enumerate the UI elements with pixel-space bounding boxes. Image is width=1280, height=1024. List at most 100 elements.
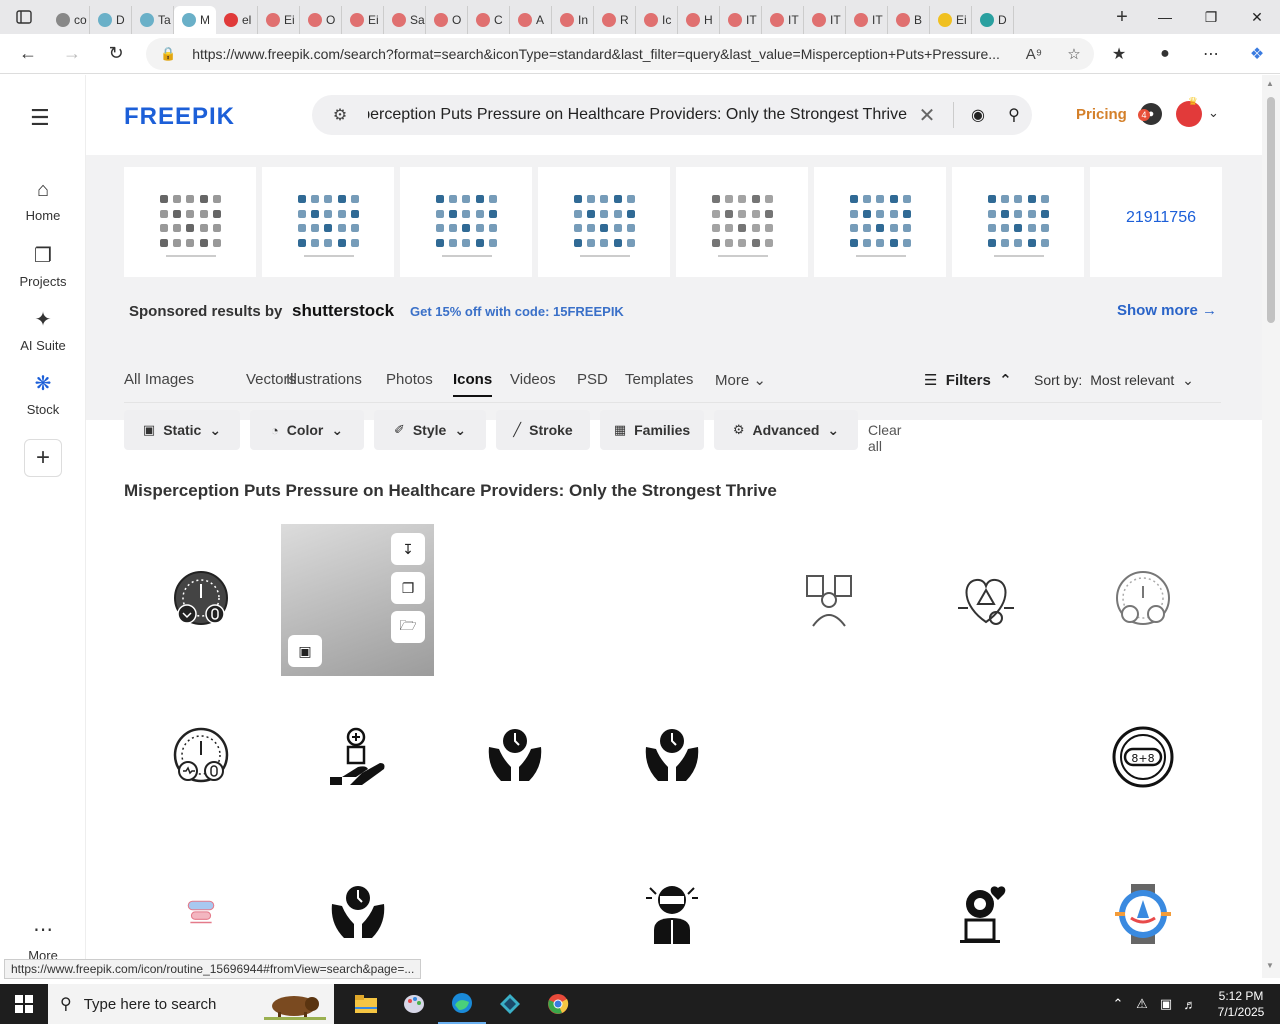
search-filter-icon[interactable]: ⚙ (312, 105, 368, 125)
scroll-up-icon[interactable]: ▲ (1266, 79, 1274, 88)
file-explorer-icon[interactable] (342, 984, 390, 1024)
sort-dropdown[interactable]: Sort by: Most relevant ⌄ (1034, 372, 1194, 389)
browser-tab[interactable]: O (426, 6, 468, 34)
promo-code-link[interactable]: Get 15% off with code: 15FREEPIK (410, 304, 624, 319)
read-aloud-icon[interactable]: A⁹ (1014, 46, 1054, 63)
filter-static[interactable]: ▣ Static ⌄ (124, 410, 240, 450)
browser-tab[interactable]: Ei (258, 6, 300, 34)
avatar[interactable]: ♛ (1176, 96, 1202, 127)
browser-tab[interactable]: D (972, 6, 1014, 34)
close-window-icon[interactable]: ✕ (1234, 0, 1280, 34)
sponsored-thumbnail[interactable] (538, 167, 670, 277)
browser-tab[interactable]: A (510, 6, 552, 34)
sidebar-item-ai-suite[interactable]: ✦ AI Suite (0, 307, 86, 353)
freepik-logo[interactable]: FREEPIK (124, 103, 235, 131)
search-input[interactable]: Misperception Puts Pressure on Healthcar… (368, 106, 907, 124)
favorites-icon[interactable]: ★ (1096, 44, 1142, 64)
sponsored-thumbnail[interactable] (124, 167, 256, 277)
browser-tab[interactable]: M✕ (174, 6, 216, 34)
url-field[interactable]: 🔒 https://www.freepik.com/search?format=… (146, 38, 1094, 70)
browser-tab[interactable]: C (468, 6, 510, 34)
icon-result-steering-pills[interactable]: 8+8 (1066, 680, 1219, 833)
security-icon[interactable]: ⚠ (1130, 996, 1154, 1012)
clear-all-link[interactable]: Clear all (868, 422, 901, 454)
hamburger-menu-icon[interactable]: ☰ (30, 105, 50, 131)
chevron-down-icon[interactable]: ⌄ (1208, 105, 1219, 121)
browser-tab[interactable]: H (678, 6, 720, 34)
tab-psd[interactable]: PSD (577, 371, 608, 388)
browser-tab[interactable]: In (552, 6, 594, 34)
icon-result-gauge-dark[interactable] (124, 523, 277, 676)
search-icon[interactable]: ⚲ (996, 105, 1032, 125)
icon-result-gauge-light[interactable] (1066, 523, 1219, 676)
network-icon[interactable]: ▣ (1154, 996, 1178, 1012)
shutterstock-logo[interactable]: shutterstock (292, 301, 394, 321)
browser-tab[interactable]: D (90, 6, 132, 34)
new-tab-button[interactable]: + (1102, 0, 1142, 34)
show-more-link[interactable]: Show more → (1117, 302, 1217, 319)
save-to-folder-icon[interactable]: 🗁 (391, 611, 425, 643)
filter-advanced[interactable]: ⚙ Advanced ⌄ (714, 410, 858, 450)
icon-result-stressed-person[interactable] (595, 837, 748, 978)
copy-icon[interactable]: ❐ (391, 572, 425, 604)
copilot-icon[interactable]: ❖ (1234, 44, 1280, 64)
browser-tab[interactable]: IT (720, 6, 762, 34)
icon-result-hands-gauge-3[interactable] (281, 837, 434, 978)
tab-all-images[interactable]: All Images (124, 371, 194, 388)
pricing-link[interactable]: Pricing (1076, 106, 1127, 123)
scroll-down-icon[interactable]: ▼ (1266, 961, 1274, 970)
icon-result-hands-gauge[interactable] (438, 680, 591, 833)
add-button[interactable]: + (24, 439, 62, 477)
sponsored-thumbnail[interactable] (814, 167, 946, 277)
browser-tab[interactable]: IT (846, 6, 888, 34)
icon-result-gauge-outline[interactable] (124, 680, 277, 833)
chevron-up-icon[interactable]: ⌃ (1106, 996, 1130, 1012)
edge-browser-icon[interactable] (438, 984, 486, 1024)
volume-icon[interactable]: ♬ (1178, 997, 1202, 1012)
browser-tab[interactable]: el (216, 6, 258, 34)
browser-tab[interactable]: Sa (384, 6, 426, 34)
clear-search-icon[interactable]: ✕ (907, 103, 947, 128)
browser-tab[interactable]: Ei (342, 6, 384, 34)
settings-menu-icon[interactable]: ⋯ (1188, 44, 1234, 64)
sidebar-item-home[interactable]: ⌂ Home (0, 179, 86, 223)
taskbar-clock[interactable]: 5:12 PM 7/1/2025 (1202, 988, 1280, 1020)
tab-actions-icon[interactable] (0, 0, 48, 34)
icon-result-hands-gauge-2[interactable] (595, 680, 748, 833)
tab-icons[interactable]: Icons (453, 371, 493, 397)
icon-result-heart-warning[interactable] (909, 523, 1062, 676)
chrome-browser-icon[interactable] (534, 984, 582, 1024)
refresh-button[interactable]: ↻ (94, 34, 138, 74)
taskbar-search-box[interactable]: ⚲ Type here to search (48, 984, 334, 1024)
browser-tab[interactable]: O (300, 6, 342, 34)
profile-icon[interactable]: ● (1142, 45, 1188, 63)
filter-families[interactable]: ▦ Families (600, 410, 704, 450)
favorite-star-icon[interactable]: ☆ (1054, 45, 1094, 63)
back-button[interactable]: ← (6, 34, 50, 74)
scrollbar-thumb[interactable] (1267, 97, 1275, 323)
browser-tab[interactable]: B (888, 6, 930, 34)
page-scrollbar[interactable]: ▲ ▼ (1262, 75, 1280, 978)
windows-start-icon[interactable] (0, 984, 48, 1024)
app-diamond-icon[interactable] (486, 984, 534, 1024)
restore-icon[interactable]: ❐ (1188, 0, 1234, 34)
browser-tab[interactable]: Ta (132, 6, 174, 34)
sidebar-item-more[interactable]: ⋯ More (0, 917, 86, 963)
icon-result-pills-color[interactable] (124, 837, 277, 978)
icon-result-hover-card[interactable]: ↧ ❐ 🗁 ▣ (281, 524, 434, 676)
sidebar-item-stock[interactable]: ❋ Stock (0, 371, 86, 417)
camera-search-icon[interactable]: ◉ (960, 105, 996, 125)
sponsored-thumbnail[interactable] (952, 167, 1084, 277)
browser-tab[interactable]: Ei (930, 6, 972, 34)
minimize-icon[interactable]: — (1142, 0, 1188, 34)
browser-tab[interactable]: IT (762, 6, 804, 34)
sponsored-thumbnail[interactable] (262, 167, 394, 277)
sponsored-thumbnail-broken[interactable]: 21911756 (1090, 167, 1222, 277)
forward-button[interactable]: → (50, 34, 94, 74)
tab-illustrations[interactable]: Illustrations (286, 371, 362, 388)
browser-tab[interactable]: IT (804, 6, 846, 34)
icon-result-watch-color[interactable] (1066, 837, 1219, 978)
tab-videos[interactable]: Videos (510, 371, 556, 388)
edit-image-icon[interactable]: ▣ (288, 635, 322, 667)
download-icon[interactable]: ↧ (391, 533, 425, 565)
